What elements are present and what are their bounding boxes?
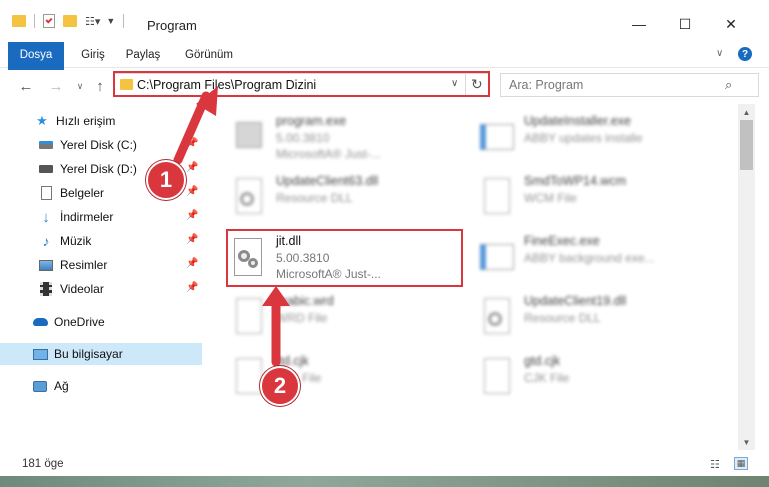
tiles-view-icon[interactable]: ▦	[734, 457, 748, 470]
status-bar: 181 öge ☷ ▦	[0, 452, 769, 476]
arrow-two-head	[262, 286, 290, 306]
desktop-background	[0, 476, 769, 487]
callout-two: 2	[260, 366, 300, 406]
item-count: 181 öge	[22, 458, 64, 470]
details-view-icon[interactable]: ☷	[710, 458, 720, 471]
callout-arrows	[173, 86, 290, 367]
callout-one: 1	[146, 160, 186, 200]
